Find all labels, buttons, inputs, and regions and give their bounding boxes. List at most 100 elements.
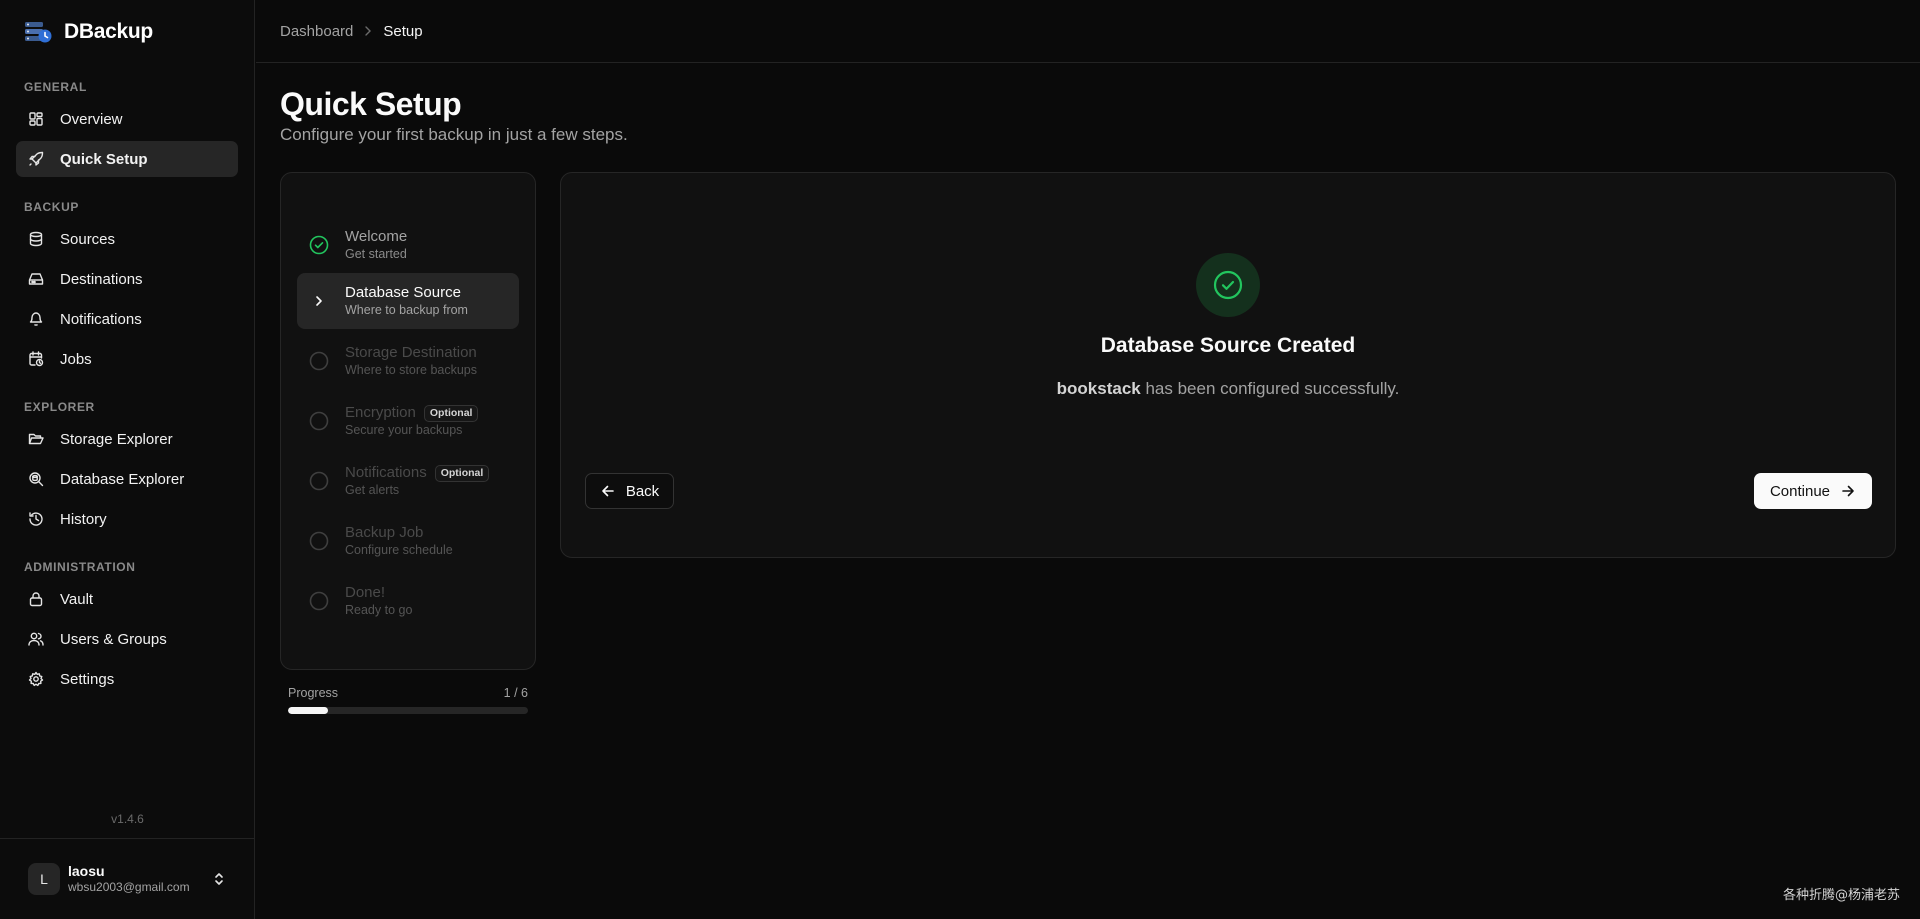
user-menu[interactable]: L laosu wbsu2003@gmail.com <box>0 838 255 919</box>
section-label: GENERAL <box>24 80 87 94</box>
breadcrumb: Dashboard Setup <box>256 0 1920 63</box>
sidebar-item-destinations[interactable]: Destinations <box>16 261 238 297</box>
sidebar-item-label: Notifications <box>60 310 142 328</box>
sidebar-item-sources[interactable]: Sources <box>16 221 238 257</box>
step-desc: Configure schedule <box>345 543 453 557</box>
progress-bar <box>288 707 528 714</box>
avatar: L <box>28 863 60 895</box>
continue-button[interactable]: Continue <box>1754 473 1872 509</box>
source-name: bookstack <box>1056 379 1141 398</box>
step-done[interactable]: Done! Ready to go <box>297 573 519 629</box>
step-content-panel: Database Source Created bookstack has be… <box>560 172 1896 558</box>
sidebar-item-settings[interactable]: Settings <box>16 661 238 697</box>
success-title: Database Source Created <box>1100 334 1356 357</box>
step-title: Welcome <box>345 228 408 245</box>
step-title: Storage Destination <box>345 344 477 361</box>
nav-section-administration: ADMINISTRATION Vault Users & Groups Sett… <box>16 559 238 697</box>
user-email: wbsu2003@gmail.com <box>68 880 190 894</box>
circle-icon <box>309 471 329 491</box>
chevron-right-icon <box>309 291 329 311</box>
step-desc: Where to backup from <box>345 303 468 317</box>
sidebar-item-quick-setup[interactable]: Quick Setup <box>16 141 238 177</box>
success-message: bookstack has been configured successful… <box>561 379 1895 399</box>
sidebar-item-label: Settings <box>60 670 115 688</box>
setup-stepper: Welcome Get started Database Source Wher… <box>280 172 536 670</box>
brand[interactable]: DBackup <box>0 0 254 63</box>
step-desc: Where to store backups <box>345 363 478 377</box>
sidebar-nav: GENERAL Overview Quick Setup BACKUP Sour… <box>0 63 254 697</box>
step-desc: Get started <box>345 247 407 261</box>
user-name: laosu <box>68 863 105 879</box>
step-notifications[interactable]: Notifications Optional Get alerts <box>297 453 519 509</box>
success-message-text: has been configured successfully. <box>1140 379 1400 398</box>
sidebar-item-database-explorer[interactable]: Database Explorer <box>16 461 238 497</box>
breadcrumb-current: Setup <box>383 22 423 40</box>
check-circle-icon <box>309 235 329 255</box>
page-subtitle: Configure your first backup in just a fe… <box>280 125 628 144</box>
step-desc: Get alerts <box>345 483 400 497</box>
step-title: Database Source <box>345 284 461 301</box>
step-desc: Ready to go <box>345 603 413 617</box>
step-desc: Secure your backups <box>345 423 463 437</box>
nav-section-explorer: EXPLORER Storage Explorer Database Explo… <box>16 399 238 537</box>
circle-icon <box>309 351 329 371</box>
step-title: Encryption <box>345 404 416 421</box>
circle-icon <box>309 411 329 431</box>
success-badge <box>1196 253 1260 317</box>
page-title: Quick Setup <box>280 86 462 122</box>
breadcrumb-dashboard-link[interactable]: Dashboard <box>280 23 353 40</box>
sidebar-item-label: Destinations <box>60 270 143 288</box>
sidebar-item-vault[interactable]: Vault <box>16 581 238 617</box>
section-label: ADMINISTRATION <box>24 560 136 574</box>
dbackup-logo-icon <box>24 20 52 44</box>
optional-badge: Optional <box>434 464 490 482</box>
sidebar-item-overview[interactable]: Overview <box>16 101 238 137</box>
section-label: EXPLORER <box>24 400 95 414</box>
back-button[interactable]: Back <box>585 473 674 509</box>
sidebar-item-users-groups[interactable]: Users & Groups <box>16 621 238 657</box>
step-storage-destination[interactable]: Storage Destination Where to store backu… <box>297 333 519 389</box>
users-icon <box>28 631 44 647</box>
progress-count: 1 / 6 <box>503 686 528 700</box>
step-database-source[interactable]: Database Source Where to backup from <box>297 273 519 329</box>
back-button-label: Back <box>625 482 660 500</box>
sidebar-item-label: Storage Explorer <box>60 430 173 448</box>
history-icon <box>28 511 44 527</box>
user-info: laosu wbsu2003@gmail.com <box>68 863 211 895</box>
step-title: Backup Job <box>345 524 424 541</box>
search-database-icon <box>28 471 44 487</box>
sidebar-item-notifications[interactable]: Notifications <box>16 301 238 337</box>
step-welcome[interactable]: Welcome Get started <box>297 217 519 273</box>
sidebar-item-label: Quick Setup <box>60 150 148 168</box>
sidebar-item-history[interactable]: History <box>16 501 238 537</box>
sidebar: DBackup GENERAL Overview Quick Setup BAC… <box>0 0 255 919</box>
bell-icon <box>28 311 44 327</box>
sidebar-item-label: Sources <box>60 230 116 248</box>
rocket-icon <box>28 151 44 167</box>
step-encryption[interactable]: Encryption Optional Secure your backups <box>297 393 519 449</box>
calendar-clock-icon <box>28 351 44 367</box>
app-version: v1.4.6 <box>111 812 144 826</box>
nav-section-general: GENERAL Overview Quick Setup <box>16 79 238 177</box>
continue-button-label: Continue <box>1769 482 1831 500</box>
sidebar-item-label: History <box>60 510 107 528</box>
sidebar-item-label: Users & Groups <box>60 630 167 648</box>
optional-badge: Optional <box>423 404 479 422</box>
sidebar-item-label: Overview <box>60 110 123 128</box>
step-title: Done! <box>345 584 386 601</box>
sidebar-item-jobs[interactable]: Jobs <box>16 341 238 377</box>
lock-icon <box>28 591 44 607</box>
gear-icon <box>28 671 44 687</box>
progress-bar-fill <box>288 707 328 714</box>
chevron-right-icon <box>363 25 373 37</box>
watermark-text: 各种折腾@杨浦老苏 <box>1782 888 1900 903</box>
app-name: DBackup <box>64 19 153 43</box>
sidebar-item-storage-explorer[interactable]: Storage Explorer <box>16 421 238 457</box>
circle-icon <box>309 591 329 611</box>
step-backup-job[interactable]: Backup Job Configure schedule <box>297 513 519 569</box>
chevrons-up-down-icon[interactable] <box>211 871 227 887</box>
progress-label: Progress <box>288 686 339 700</box>
hard-drive-icon <box>28 271 44 287</box>
nav-section-backup: BACKUP Sources Destinations Notification… <box>16 199 238 377</box>
check-circle-icon <box>1213 270 1243 300</box>
